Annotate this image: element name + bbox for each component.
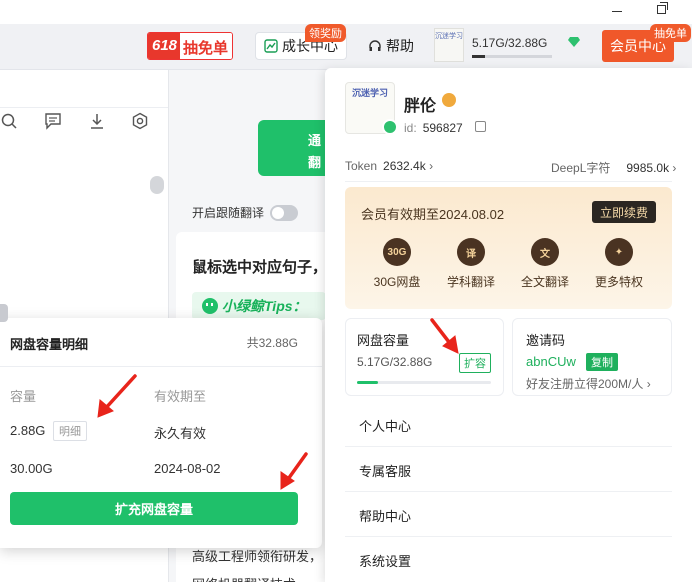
headset-icon xyxy=(369,40,381,51)
help-label: 帮助 xyxy=(386,38,414,54)
translate-perk-icon: 译 xyxy=(457,238,485,266)
table-row-capacity: 30.00G xyxy=(10,461,53,476)
chevron-right-icon: › xyxy=(669,161,677,175)
table-row-expiry: 永久有效 xyxy=(154,426,207,441)
column-header-expiry: 有效期至 xyxy=(154,389,207,404)
download-icon[interactable] xyxy=(88,112,106,130)
minimize-icon[interactable] xyxy=(612,11,622,12)
copy-invite-button[interactable]: 复制 xyxy=(586,353,618,371)
popup-title: 网盘容量明细 xyxy=(10,337,89,352)
perk-label: 学科翻译 xyxy=(446,275,495,289)
perk-label: 30G网盘 xyxy=(373,275,421,289)
invite-title: 邀请码 xyxy=(526,333,566,348)
invite-description: 好友注册立得200M/人 › xyxy=(526,377,651,391)
deepl-label: DeepL字符 xyxy=(551,161,611,175)
top-header: 618 抽免单 成长中心 领奖励 帮助 沉迷学习 5.17G/32.88G 会员… xyxy=(0,24,692,70)
user-id: id: 596827 xyxy=(404,121,463,135)
maximize-icon[interactable] xyxy=(657,2,668,14)
tips-banner: 小绿鲸Tips： xyxy=(192,292,326,320)
perk-more[interactable]: ✦ 更多特权 xyxy=(589,238,649,290)
storage-perk-icon: 30G xyxy=(383,238,411,266)
toggle-switch[interactable] xyxy=(270,204,299,221)
column-header-capacity: 容量 xyxy=(10,389,37,404)
chevron-right-icon: › xyxy=(425,159,434,173)
detail-tag-button[interactable]: 明细 xyxy=(53,421,87,441)
window-title-bar xyxy=(0,0,692,24)
body-text-line: 高级工程师领衔研发， xyxy=(192,549,323,564)
start-translate-button[interactable]: 通 翻 xyxy=(258,120,326,176)
storage-card-value: 5.17G/32.88G xyxy=(357,355,433,369)
settings-icon[interactable] xyxy=(131,112,149,130)
menu-customer-service[interactable]: 专属客服 xyxy=(345,447,672,492)
perk-subject-translate[interactable]: 译 学科翻译 xyxy=(441,238,501,290)
document-perk-icon: 文 xyxy=(531,238,559,266)
vip-lottery-badge: 抽免单 xyxy=(650,24,691,42)
growth-reward-badge: 领奖励 xyxy=(305,24,346,42)
storage-detail-popup: 网盘容量明细 共32.88G 容量 有效期至 2.88G 明细 永久有效 30.… xyxy=(0,318,322,548)
invite-code: abnCUw xyxy=(526,354,576,369)
promo-text: 抽免单 xyxy=(180,33,233,59)
deepl-value: 9985.0k xyxy=(626,161,670,175)
renew-button[interactable]: 立即续费 xyxy=(592,201,656,223)
scrollbar-thumb[interactable] xyxy=(150,176,164,194)
body-text-line: 网络机器翻译技术， xyxy=(192,574,326,582)
deepl-balance[interactable]: DeepL字符 9985.0k › xyxy=(551,159,676,176)
table-row-expiry: 2024-08-02 xyxy=(154,461,221,476)
avatar-text: 沉迷学习 xyxy=(351,88,388,98)
comment-icon[interactable] xyxy=(44,112,62,130)
divider xyxy=(0,366,322,367)
user-id-label: id: xyxy=(404,121,417,135)
perk-label: 全文翻译 xyxy=(520,275,569,289)
popup-total: 共32.88G xyxy=(246,336,298,350)
membership-expiry: 会员有效期至2024.08.02 xyxy=(361,207,505,222)
perk-label: 更多特权 xyxy=(594,275,643,289)
divider xyxy=(345,181,672,182)
level-medal-icon xyxy=(442,93,456,107)
storage-usage-bar xyxy=(472,55,552,58)
follow-translate-toggle[interactable]: 开启跟随翻译 xyxy=(192,204,299,221)
whale-icon xyxy=(202,298,218,314)
hint-text: 鼠标选中对应句子， xyxy=(192,259,326,276)
menu-personal-center[interactable]: 个人中心 xyxy=(345,402,672,447)
promo-618-button[interactable]: 618 抽免单 xyxy=(147,32,234,60)
chevron-right-icon: › xyxy=(643,377,651,391)
more-perks-icon: ✦ xyxy=(605,238,633,266)
chart-icon xyxy=(264,39,278,53)
user-avatar[interactable]: 沉迷学习 xyxy=(345,82,398,135)
token-balance[interactable]: Token 2632.4k › xyxy=(345,159,433,173)
storage-usage-text: 5.17G/32.88G xyxy=(472,36,548,50)
search-icon[interactable] xyxy=(0,112,18,130)
tips-label: 小绿鲸Tips： xyxy=(222,298,307,314)
diamond-icon xyxy=(568,37,580,47)
perk-storage[interactable]: 30G 30G网盘 xyxy=(367,238,427,290)
expand-capacity-button[interactable]: 扩容 xyxy=(459,353,491,373)
avatar[interactable]: 沉迷学习 xyxy=(434,28,464,62)
storage-indicator[interactable]: 沉迷学习 5.17G/32.88G xyxy=(434,28,584,66)
storage-card-title: 网盘容量 xyxy=(357,333,410,348)
document-toolbar xyxy=(0,70,168,108)
scrollbar-handle[interactable] xyxy=(0,304,8,322)
expand-storage-button[interactable]: 扩充网盘容量 xyxy=(10,492,298,525)
perk-full-translate[interactable]: 文 全文翻译 xyxy=(515,238,575,290)
copy-icon[interactable] xyxy=(475,121,486,132)
table-row-capacity: 2.88G xyxy=(10,423,46,438)
help-button[interactable]: 帮助 xyxy=(368,32,414,60)
user-id-value: 596827 xyxy=(422,121,463,135)
token-label: Token xyxy=(345,159,378,173)
user-name: 胖伦 xyxy=(404,98,437,115)
follow-translate-label: 开启跟随翻译 xyxy=(192,206,265,220)
promo-number: 618 xyxy=(148,33,181,59)
token-value: 2632.4k xyxy=(383,159,426,173)
vip-diamond-icon xyxy=(382,119,398,135)
menu-settings[interactable]: 系统设置 xyxy=(345,537,672,582)
menu-help-center[interactable]: 帮助中心 xyxy=(345,492,672,537)
storage-progress-bar xyxy=(357,381,491,384)
